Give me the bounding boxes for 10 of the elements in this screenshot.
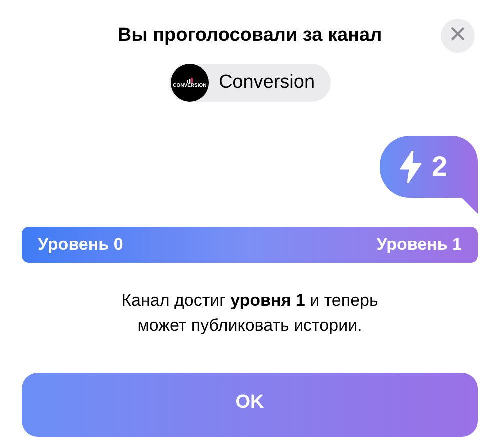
- level-label: Уровень 0: [38, 234, 124, 256]
- level-label: Уровень 1: [376, 234, 462, 256]
- bars-icon: [186, 78, 193, 82]
- lightning-icon: [400, 151, 422, 183]
- boost-count: 2: [432, 150, 448, 184]
- ok-button[interactable]: OK: [22, 372, 478, 437]
- channel-name: Conversion: [218, 70, 316, 95]
- close-button[interactable]: ×: [441, 19, 475, 53]
- dialog-title: Вы проголосовали за канал: [118, 24, 382, 48]
- message-text: Канал достиг уровня 1 и теперь может публиковать истории.: [120, 290, 380, 337]
